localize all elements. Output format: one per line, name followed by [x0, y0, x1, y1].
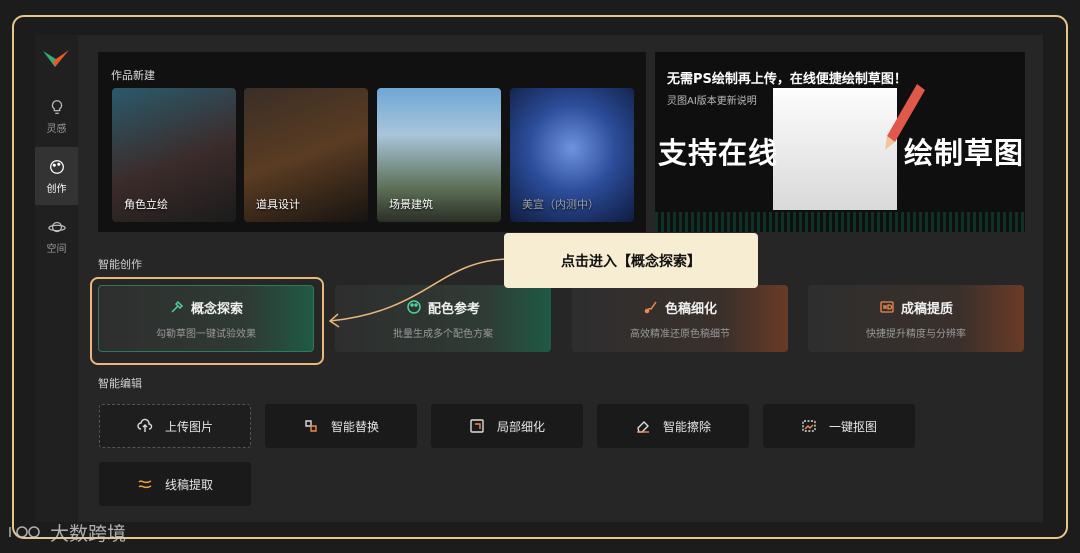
card-promo-art[interactable]: 美宣（内测中） — [510, 88, 634, 222]
tool-label: 局部细化 — [496, 419, 545, 434]
cutout-icon — [802, 420, 816, 432]
app-logo-icon — [43, 50, 69, 67]
sidebar-item-space[interactable]: 空间 — [35, 207, 78, 265]
card-prop-design[interactable]: 道具设计 — [244, 88, 368, 222]
tool-upload-image[interactable]: 上传图片 — [99, 404, 251, 448]
refine-icon — [470, 419, 484, 433]
highlight-box — [90, 277, 324, 365]
tool-label: 线稿提取 — [164, 477, 213, 492]
upload-icon — [137, 418, 153, 432]
tool-lineart-extract[interactable]: 线稿提取 — [99, 462, 251, 506]
app-window: 灵感 创作 空间 作品新建 角色立绘 道具设计 场景建筑 美宣（内测中） 无需P… — [35, 35, 1043, 522]
tool-label: 一键抠图 — [828, 419, 877, 434]
promo-headline: 无需PS绘制再上传，在线便捷绘制草图！ — [667, 72, 907, 87]
watermark-logo-icon — [9, 525, 40, 538]
sidebar-item-label: 创作 — [46, 183, 67, 195]
sidebar-item-inspiration[interactable]: 灵感 — [35, 87, 78, 145]
main-content: 作品新建 角色立绘 道具设计 场景建筑 美宣（内测中） 无需PS绘制再上传，在线… — [78, 35, 1043, 522]
tool-label: 智能替换 — [330, 419, 379, 434]
brush-icon — [644, 301, 657, 314]
eraser-icon — [636, 421, 649, 433]
lightbulb-icon — [51, 99, 62, 114]
tool-smart-erase[interactable]: 智能擦除 — [597, 404, 749, 448]
smart-edit-title: 智能编辑 — [98, 377, 142, 390]
new-work-title: 作品新建 — [111, 69, 155, 82]
promo-right-text: 绘制草图 — [904, 136, 1025, 170]
tool-label: 智能擦除 — [662, 419, 711, 434]
card-desc: 快捷提升精度与分辨率 — [866, 328, 966, 340]
hd-icon — [880, 301, 894, 313]
lineart-icon — [138, 480, 152, 489]
card-scene[interactable]: 场景建筑 — [377, 88, 501, 222]
promo-left-text: 支持在线 — [658, 136, 779, 170]
planet-icon — [47, 221, 66, 232]
sidebar: 灵感 创作 空间 — [35, 35, 78, 522]
card-label: 场景建筑 — [389, 198, 433, 211]
card-label: 美宣（内测中） — [522, 198, 599, 211]
promo-subtitle: 灵图AI版本更新说明 — [667, 96, 757, 107]
tool-one-click-cutout[interactable]: 一键抠图 — [763, 404, 915, 448]
watermark: 大数跨境 — [8, 519, 126, 546]
card-label: 道具设计 — [256, 198, 300, 211]
callout-tooltip: 点击进入【概念探索】 — [504, 233, 758, 288]
tool-local-refine[interactable]: 局部细化 — [431, 404, 583, 448]
tool-label: 上传图片 — [164, 419, 213, 434]
tool-smart-replace[interactable]: 智能替换 — [265, 404, 417, 448]
sidebar-item-create[interactable]: 创作 — [35, 147, 78, 205]
promo-decor-strip — [655, 212, 1025, 232]
palette-icon — [49, 159, 64, 174]
replace-icon — [305, 420, 317, 432]
smart-card-final-quality[interactable]: 成稿提质 快捷提升精度与分辨率 — [808, 285, 1024, 352]
card-label: 角色立绘 — [124, 198, 168, 211]
smart-card-color-refine[interactable]: 色稿细化 高效精准还原色稿细节 — [572, 285, 788, 352]
new-work-panel: 作品新建 角色立绘 道具设计 场景建筑 美宣（内测中） — [98, 52, 646, 232]
sidebar-item-label: 空间 — [46, 243, 67, 255]
card-desc: 高效精准还原色稿细节 — [630, 328, 730, 340]
card-title: 成稿提质 — [900, 301, 953, 317]
sidebar-item-label: 灵感 — [46, 123, 67, 135]
promo-banner[interactable]: 无需PS绘制再上传，在线便捷绘制草图！ 灵图AI版本更新说明 支持在线 绘制草图 — [655, 52, 1025, 232]
watermark-text: 大数跨境 — [50, 523, 127, 545]
card-character[interactable]: 角色立绘 — [112, 88, 236, 222]
card-title: 色稿细化 — [664, 301, 717, 317]
smart-create-title: 智能创作 — [98, 258, 142, 271]
callout-arrow-icon — [328, 258, 509, 328]
